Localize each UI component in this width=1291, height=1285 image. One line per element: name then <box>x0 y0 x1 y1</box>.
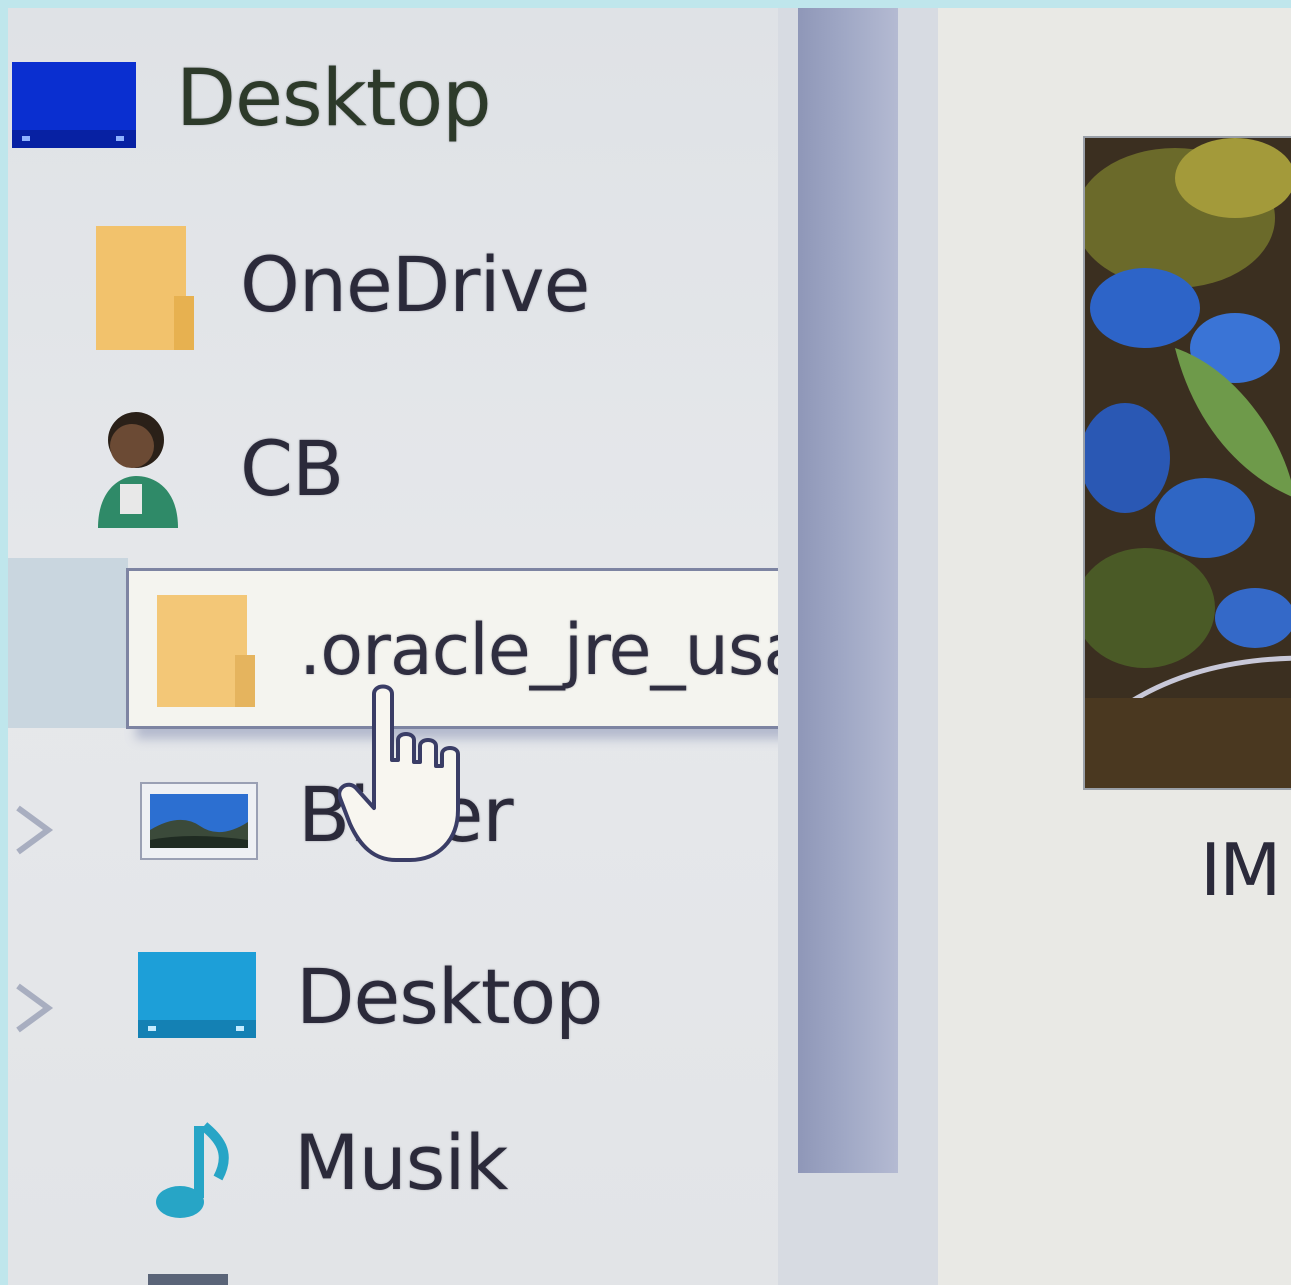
hand-cursor-icon <box>337 680 478 870</box>
image-thumbnail[interactable] <box>1083 136 1291 790</box>
nav-item-label: OneDrive <box>240 240 590 329</box>
chevron-right-icon[interactable] <box>10 978 60 1033</box>
user-icon <box>92 406 182 532</box>
file-caption: IM <box>1200 828 1281 912</box>
desktop-icon <box>12 62 136 152</box>
nav-item-desktop-root[interactable]: Desktop <box>8 48 788 168</box>
selection-highlight <box>8 558 128 728</box>
chevron-right-icon[interactable] <box>10 800 60 855</box>
nav-item-cb[interactable]: CB <box>8 406 788 528</box>
scrollbar-thumb[interactable] <box>798 8 898 1173</box>
folder-icon <box>96 226 196 354</box>
navigation-pane: Desktop OneDrive CB Desktop Musik .oracl… <box>8 8 962 1285</box>
content-pane: IM <box>938 8 1291 1285</box>
nav-item-label: Desktop <box>176 54 492 144</box>
desktop-icon <box>138 952 256 1042</box>
nav-item-desktop[interactable]: Desktop <box>8 938 788 1058</box>
pictures-icon <box>140 782 258 864</box>
nav-item-onedrive[interactable]: OneDrive <box>8 226 788 350</box>
folder-icon <box>157 595 257 711</box>
nav-item-musik[interactable]: Musik <box>8 1108 788 1228</box>
nav-item-label: Desktop <box>296 952 603 1041</box>
navigation-scrollbar[interactable] <box>778 8 938 1285</box>
music-icon <box>154 1122 234 1226</box>
nav-item-label: Musik <box>294 1118 508 1207</box>
file-explorer-window: Desktop OneDrive CB Desktop Musik .oracl… <box>8 8 1291 1285</box>
nav-item-partial <box>148 1274 228 1285</box>
nav-item-label: CB <box>240 424 344 513</box>
